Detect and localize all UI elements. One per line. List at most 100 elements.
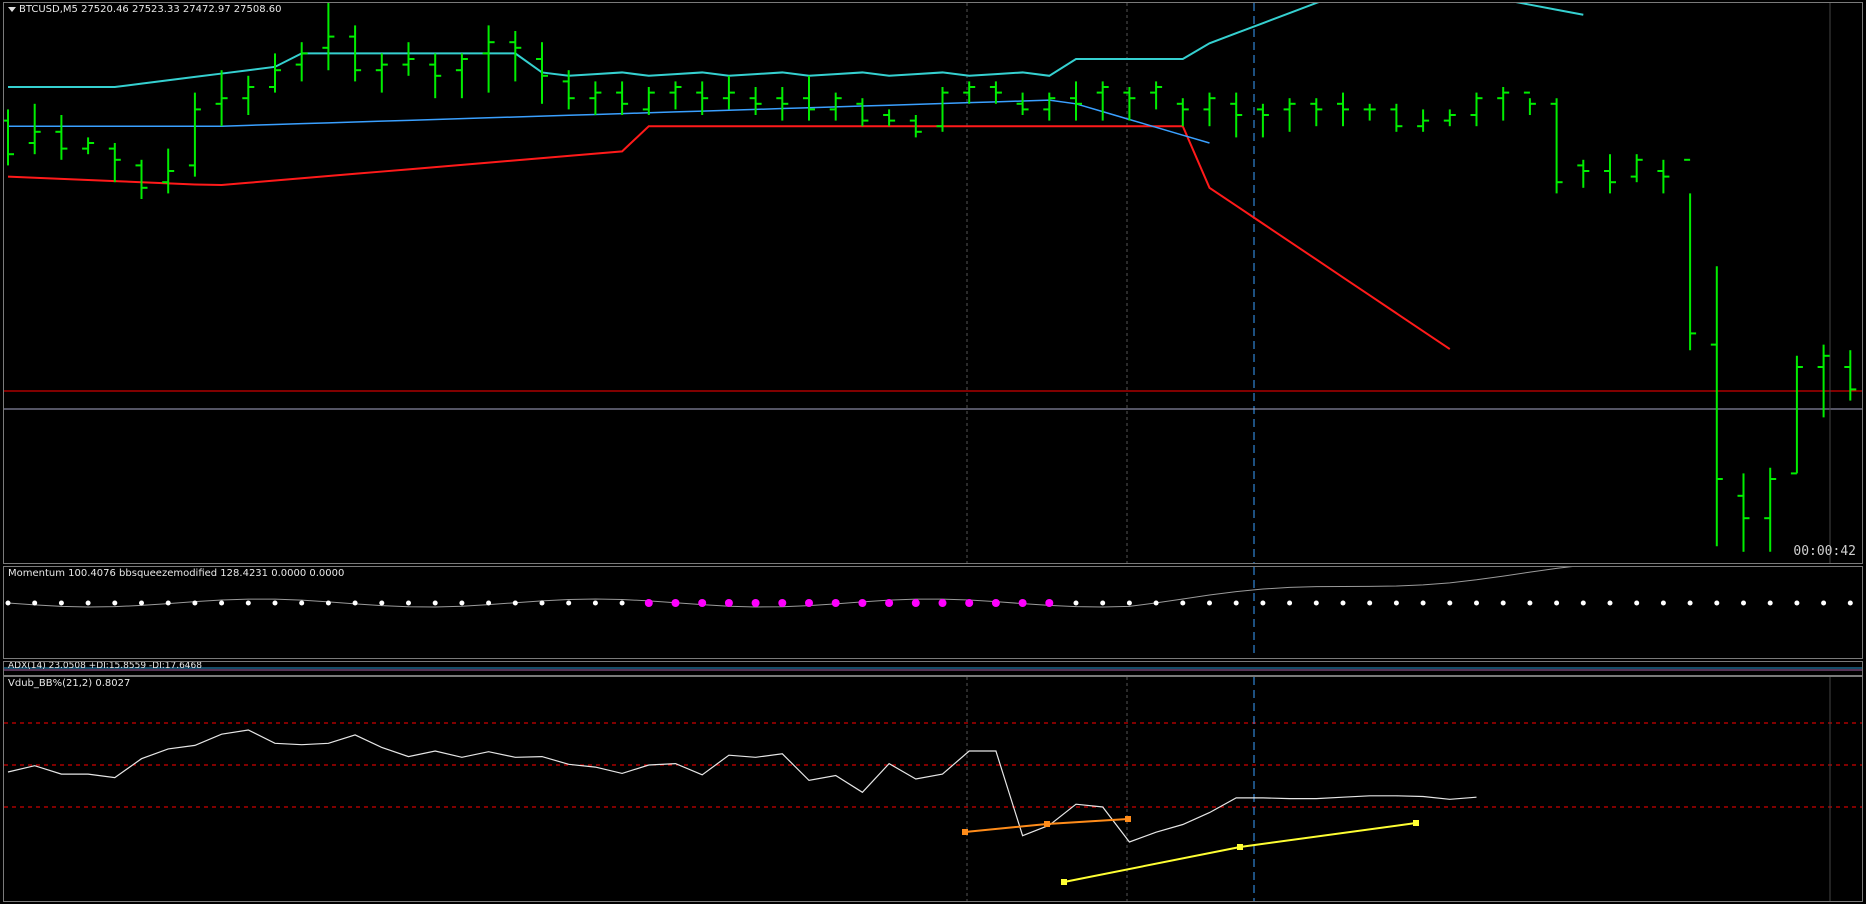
price-bar — [616, 81, 629, 115]
squeeze-dot — [592, 600, 598, 606]
price-bar — [1497, 87, 1510, 121]
momentum-pane[interactable]: Momentum 100.4076 bbsqueezemodified 128.… — [3, 566, 1863, 659]
squeeze-dot — [566, 600, 572, 606]
squeeze-dot — [1260, 600, 1266, 606]
squeeze-dot — [325, 600, 331, 606]
price-bar — [162, 148, 175, 194]
squeeze-dot — [1634, 600, 1640, 606]
trendline-handle — [1061, 879, 1067, 885]
squeeze-dot — [245, 600, 251, 606]
squeeze-dot — [1607, 600, 1613, 606]
price-bar — [55, 115, 68, 160]
squeeze-dot — [1660, 600, 1666, 606]
price-bar — [135, 159, 148, 199]
price-bar — [1684, 158, 1697, 351]
squeeze-dot — [1073, 600, 1079, 606]
symbol-header: BTCUSD,M5 27520.46 27523.33 27472.97 275… — [8, 4, 281, 15]
price-bar — [4, 109, 14, 166]
price-bar — [322, 3, 335, 71]
price-bar — [429, 53, 442, 99]
squeeze-dot — [698, 599, 707, 607]
price-bar — [1630, 154, 1643, 183]
price-bar — [375, 53, 388, 93]
momentum-label: Momentum 100.4076 bbsqueezemodified 128.… — [8, 568, 345, 579]
squeeze-dot — [58, 600, 64, 606]
price-bar — [1016, 92, 1029, 115]
price-bar — [1390, 103, 1403, 132]
squeeze-dot — [1821, 600, 1827, 606]
vdub-pane[interactable]: Vdub_BB%(21,2) 0.8027 — [3, 676, 1863, 902]
price-bar — [188, 92, 201, 177]
squeeze-dot — [165, 600, 171, 606]
symbol-label: BTCUSD,M5 27520.46 27523.33 27472.97 275… — [19, 4, 282, 15]
squeeze-dot — [1447, 600, 1453, 606]
price-bar — [856, 98, 869, 127]
trendline-handle — [1413, 820, 1419, 826]
price-bar — [776, 87, 789, 121]
squeeze-dot — [1847, 600, 1853, 606]
price-bar — [215, 70, 228, 127]
squeeze-dot — [911, 599, 920, 607]
squeeze-dot — [1340, 600, 1346, 606]
price-bar — [722, 75, 735, 110]
squeeze-dot — [1580, 600, 1586, 606]
squeeze-dot — [724, 599, 733, 607]
trendline-handle — [1044, 821, 1050, 827]
price-bar — [1283, 98, 1296, 132]
bollinger-middle-line — [8, 99, 1210, 144]
squeeze-dot — [1018, 599, 1027, 607]
squeeze-dot — [885, 599, 894, 607]
adx-canvas — [4, 667, 1862, 671]
price-bar — [1523, 91, 1536, 115]
squeeze-dot — [486, 600, 492, 606]
squeeze-dot — [1126, 600, 1132, 606]
momentum-canvas — [5, 567, 1853, 658]
price-bar — [82, 137, 95, 155]
price-bar — [1790, 355, 1803, 475]
squeeze-dot — [991, 599, 1000, 607]
squeeze-dot — [406, 600, 411, 606]
price-bar — [989, 81, 1002, 104]
adx-pane[interactable]: ADX(14) 23.0508 +DI:15.8559 -DI:17.6468 — [3, 661, 1863, 676]
squeeze-dot — [751, 599, 760, 607]
squeeze-dot — [32, 600, 38, 606]
trendline-handle — [1125, 816, 1131, 822]
price-bar — [1710, 266, 1723, 547]
squeeze-dot — [192, 600, 198, 606]
squeeze-dot — [1527, 600, 1533, 606]
squeeze-dot — [1045, 599, 1054, 607]
price-bar — [1363, 103, 1376, 121]
price-bar — [1417, 109, 1430, 132]
price-bar — [883, 109, 896, 127]
price-bar — [482, 25, 495, 93]
trendline-handle — [962, 829, 968, 835]
squeeze-dot — [1741, 600, 1746, 606]
price-bar — [28, 103, 41, 155]
squeeze-dot — [805, 599, 813, 607]
price-bar — [1043, 92, 1056, 121]
price-bar — [589, 81, 602, 115]
squeeze-dot — [139, 600, 144, 606]
price-bar — [696, 81, 709, 115]
squeeze-dot — [432, 600, 438, 606]
bollinger-upper-band — [8, 3, 1584, 88]
price-bar — [1150, 81, 1163, 110]
price-bar — [402, 42, 415, 76]
squeeze-dot — [1554, 600, 1560, 606]
squeeze-dot — [1313, 600, 1319, 606]
squeeze-dot — [1153, 600, 1159, 606]
price-bar — [1310, 98, 1323, 127]
price-chart-canvas — [4, 3, 1862, 563]
squeeze-dot — [1500, 600, 1506, 606]
price-bar — [803, 75, 815, 121]
collapse-triangle-icon[interactable] — [8, 6, 16, 12]
price-bar — [295, 42, 308, 82]
price-bar — [963, 81, 976, 104]
trendline-yellow — [1063, 822, 1417, 883]
squeeze-dot — [352, 600, 358, 606]
price-chart-pane[interactable]: BTCUSD,M5 27520.46 27523.33 27472.97 275… — [3, 2, 1863, 564]
vdub-line — [7, 729, 1477, 843]
squeeze-dot — [1287, 600, 1293, 606]
adx-label: ADX(14) 23.0508 +DI:15.8559 -DI:17.6468 — [8, 661, 202, 671]
squeeze-dot — [1794, 600, 1800, 606]
